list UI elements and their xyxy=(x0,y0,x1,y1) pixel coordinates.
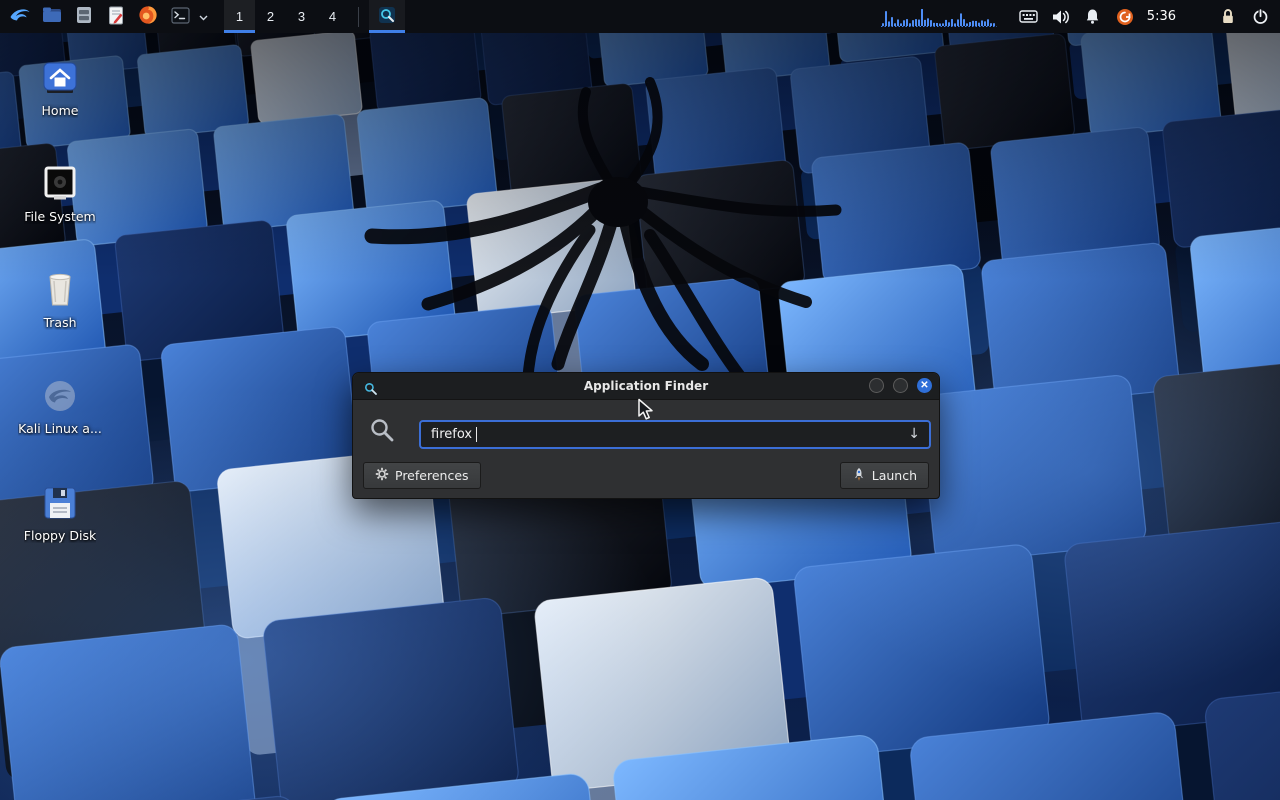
home-icon xyxy=(37,57,83,99)
application-finder-window: Application Finder ✕ firefox ↓ xyxy=(352,372,940,499)
preferences-button[interactable]: Preferences xyxy=(363,462,481,489)
gear-icon xyxy=(375,467,389,484)
close-button[interactable]: ✕ xyxy=(917,378,932,393)
kali-docs-icon xyxy=(37,375,83,417)
desktop-icon-home[interactable]: Home xyxy=(5,57,115,118)
notifications-icon[interactable] xyxy=(1080,1,1106,32)
window-title: Application Finder xyxy=(353,373,939,399)
workspace-3[interactable]: 3 xyxy=(286,0,317,33)
launcher-files[interactable] xyxy=(68,1,100,32)
search-input-value: firefox xyxy=(431,427,472,442)
preferences-label: Preferences xyxy=(395,468,469,483)
search-input[interactable]: firefox ↓ xyxy=(419,420,931,449)
desktop-icon-trash[interactable]: Trash xyxy=(5,269,115,330)
floppy-disk-icon xyxy=(37,482,83,524)
search-icon xyxy=(369,417,395,447)
desktop: 1 2 3 4 xyxy=(0,0,1280,800)
input-dropdown-arrow-icon[interactable]: ↓ xyxy=(908,426,920,442)
desktop-icon-file-system[interactable]: File System xyxy=(5,163,115,224)
desktop-icon-label: File System xyxy=(24,210,96,224)
cpu-graph[interactable] xyxy=(881,4,999,30)
taskbar-application-finder[interactable] xyxy=(369,0,405,33)
lock-screen-icon[interactable] xyxy=(1215,1,1241,32)
file-cabinet-icon xyxy=(75,6,93,27)
trash-icon xyxy=(37,269,83,311)
kali-logo-icon xyxy=(8,3,32,30)
desktop-icon-floppy-disk[interactable]: Floppy Disk xyxy=(5,482,115,543)
app-finder-task-icon xyxy=(378,6,396,27)
launcher-terminal[interactable] xyxy=(164,1,196,32)
launcher-file-manager[interactable] xyxy=(36,1,68,32)
terminal-dropdown-button[interactable] xyxy=(196,1,210,32)
text-caret xyxy=(476,427,477,442)
launcher-text-editor[interactable] xyxy=(100,1,132,32)
maximize-button[interactable] xyxy=(893,378,908,393)
panel-left: 1 2 3 4 xyxy=(4,0,405,33)
desktop-icon-label: Kali Linux a... xyxy=(18,422,102,436)
launch-label: Launch xyxy=(872,468,917,483)
power-icon[interactable] xyxy=(1247,1,1273,32)
chevron-down-icon xyxy=(199,9,208,24)
firefox-icon xyxy=(138,5,158,28)
tray-status-icon[interactable] xyxy=(1112,1,1138,32)
desktop-icon-label: Trash xyxy=(43,316,76,330)
workspace-switcher: 1 2 3 4 xyxy=(224,0,348,33)
desktop-icon-label: Floppy Disk xyxy=(24,529,96,543)
volume-icon[interactable] xyxy=(1048,1,1074,32)
launcher-firefox[interactable] xyxy=(132,1,164,32)
rocket-icon xyxy=(852,467,866,485)
titlebar[interactable]: Application Finder ✕ xyxy=(353,373,939,400)
panel-separator xyxy=(358,7,359,27)
clock[interactable]: 5:36 xyxy=(1147,9,1176,24)
desktop-icon-label: Home xyxy=(42,104,79,118)
mouse-cursor xyxy=(636,398,657,425)
workspace-1[interactable]: 1 xyxy=(224,0,255,33)
panel-tray: 5:36 xyxy=(881,0,1276,33)
workspace-4[interactable]: 4 xyxy=(317,0,348,33)
launch-button[interactable]: Launch xyxy=(840,462,929,489)
text-editor-icon xyxy=(107,6,125,28)
minimize-button[interactable] xyxy=(869,378,884,393)
terminal-icon xyxy=(171,7,190,27)
kali-menu-button[interactable] xyxy=(4,1,36,32)
workspace-2[interactable]: 2 xyxy=(255,0,286,33)
file-system-icon xyxy=(37,163,83,205)
file-manager-icon xyxy=(42,6,62,27)
desktop-icon-kali-linux[interactable]: Kali Linux a... xyxy=(5,375,115,436)
top-panel: 1 2 3 4 xyxy=(0,0,1280,33)
keyboard-layout-icon[interactable] xyxy=(1016,1,1042,32)
